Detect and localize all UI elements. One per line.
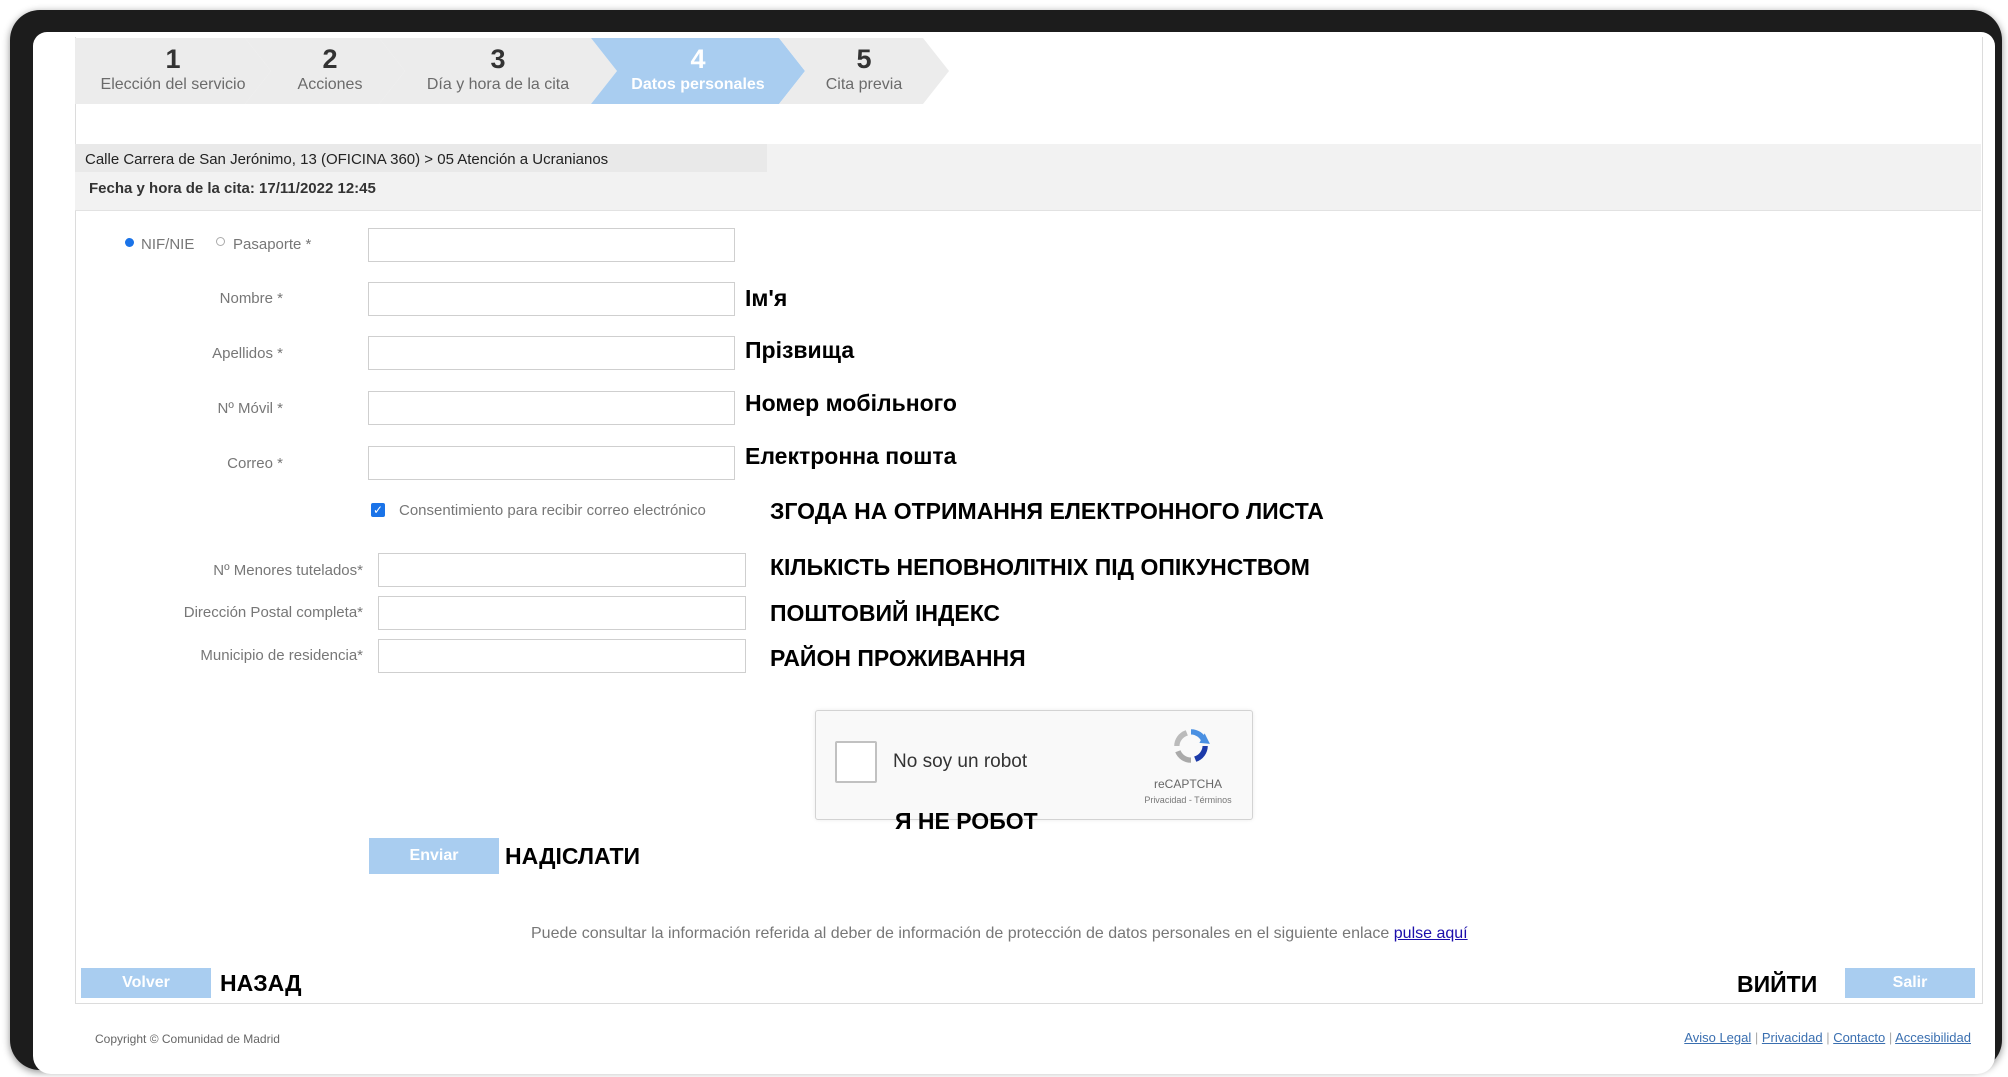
footer-links: Aviso Legal | Privacidad | Contacto | Ac…	[1684, 1030, 1971, 1045]
browser-screen: 1 Elección del servicio 2 Acciones 3 Día…	[33, 32, 1995, 1074]
direccion-input[interactable]	[378, 596, 746, 630]
menores-input[interactable]	[378, 553, 746, 587]
exit-button[interactable]: Salir	[1845, 968, 1975, 998]
apellidos-annotation: Прізвища	[745, 337, 855, 363]
info-text: Puede consultar la información referida …	[531, 925, 1394, 942]
footer-link-privacy[interactable]: Privacidad	[1762, 1030, 1823, 1045]
device-frame: 1 Elección del servicio 2 Acciones 3 Día…	[10, 10, 2002, 1074]
consent-checkbox[interactable]: ✓	[371, 503, 385, 517]
step-number: 5	[856, 44, 872, 74]
info-link[interactable]: pulse aquí	[1394, 925, 1468, 942]
municipio-input[interactable]	[378, 639, 746, 673]
step-number: 1	[165, 44, 181, 74]
step-number: 3	[490, 44, 506, 74]
recaptcha-widget: No soy un robot reCAPTCHA Privacidad - T…	[815, 710, 1253, 820]
menores-annotation: КІЛЬКІСТЬ НЕПОВНОЛІТНІХ ПІД ОПІКУНСТВОМ	[770, 554, 1310, 580]
step-label: Elección del servicio	[100, 76, 246, 93]
recaptcha-links[interactable]: Privacidad - Términos	[1126, 795, 1250, 805]
passport-label: Pasaporte *	[233, 236, 312, 253]
footer-link-legal[interactable]: Aviso Legal	[1684, 1030, 1751, 1045]
step-label: Día y hora de la cita	[426, 76, 570, 93]
office-location: Calle Carrera de San Jerónimo, 13 (OFICI…	[85, 151, 609, 168]
correo-label: Correo *	[227, 455, 283, 472]
municipio-annotation: РАЙОН ПРОЖИВАННЯ	[770, 645, 1026, 671]
correo-input[interactable]	[368, 446, 735, 480]
direccion-annotation: ПОШТОВИЙ ІНДЕКС	[770, 600, 1001, 626]
nif-radio[interactable]	[125, 238, 134, 247]
nombre-annotation: Ім'я	[745, 285, 788, 311]
data-protection-info: Puede consultar la información referida …	[531, 925, 1468, 943]
step-label: Acciones	[297, 76, 363, 93]
step-number: 4	[690, 44, 706, 74]
movil-input[interactable]	[368, 391, 735, 425]
back-button[interactable]: Volver	[81, 968, 211, 998]
recaptcha-brand: reCAPTCHA	[1153, 777, 1222, 791]
footer-link-contact[interactable]: Contacto	[1833, 1030, 1885, 1045]
submit-annotation: НАДІСЛАТИ	[505, 843, 641, 869]
movil-label: Nº Móvil *	[217, 400, 284, 417]
footer-link-accessibility[interactable]: Accesibilidad	[1895, 1030, 1971, 1045]
step-4[interactable]: 4 Datos personales	[591, 38, 805, 104]
consent-label: Consentimiento para recibir correo elect…	[399, 502, 706, 519]
passport-radio[interactable]	[216, 237, 225, 246]
document-number-input[interactable]	[368, 228, 735, 262]
apellidos-input[interactable]	[368, 336, 735, 370]
recaptcha-logo-icon	[1174, 729, 1210, 763]
appointment-header: Calle Carrera de San Jerónimo, 13 (OFICI…	[75, 144, 1981, 211]
nombre-label: Nombre *	[219, 290, 283, 307]
municipio-label: Municipio de residencia*	[200, 647, 363, 664]
step-3[interactable]: 3 Día y hora de la cita	[379, 38, 617, 104]
copyright-text: Copyright © Comunidad de Madrid	[95, 1032, 280, 1046]
appointment-datetime: Fecha y hora de la cita: 17/11/2022 12:4…	[89, 180, 376, 197]
recaptcha-checkbox[interactable]	[835, 741, 877, 783]
back-annotation: НАЗАД	[220, 970, 302, 996]
direccion-label: Dirección Postal completa*	[183, 604, 363, 621]
step-1[interactable]: 1 Elección del servicio	[75, 38, 271, 104]
step-label: Datos personales	[631, 76, 765, 93]
consent-annotation: ЗГОДА НА ОТРИМАННЯ ЕЛЕКТРОННОГО ЛИСТА	[770, 498, 1324, 524]
menores-label: Nº Menores tutelados*	[213, 562, 363, 579]
nombre-input[interactable]	[368, 282, 735, 316]
step-label: Cita previa	[825, 76, 903, 93]
recaptcha-text: No soy un robot	[893, 751, 1028, 772]
apellidos-label: Apellidos *	[212, 345, 283, 362]
correo-annotation: Електронна пошта	[745, 443, 957, 469]
nif-label: NIF/NIE	[141, 236, 195, 253]
progress-steps: 1 Elección del servicio 2 Acciones 3 Día…	[75, 38, 975, 104]
submit-button[interactable]: Enviar	[369, 838, 499, 874]
movil-annotation: Номер мобільного	[745, 390, 957, 416]
footer: Copyright © Comunidad de Madrid Aviso Le…	[75, 1022, 1981, 1062]
exit-annotation: ВИЙТИ	[1737, 971, 1818, 997]
recaptcha-annotation: Я НЕ РОБОТ	[895, 808, 1038, 834]
